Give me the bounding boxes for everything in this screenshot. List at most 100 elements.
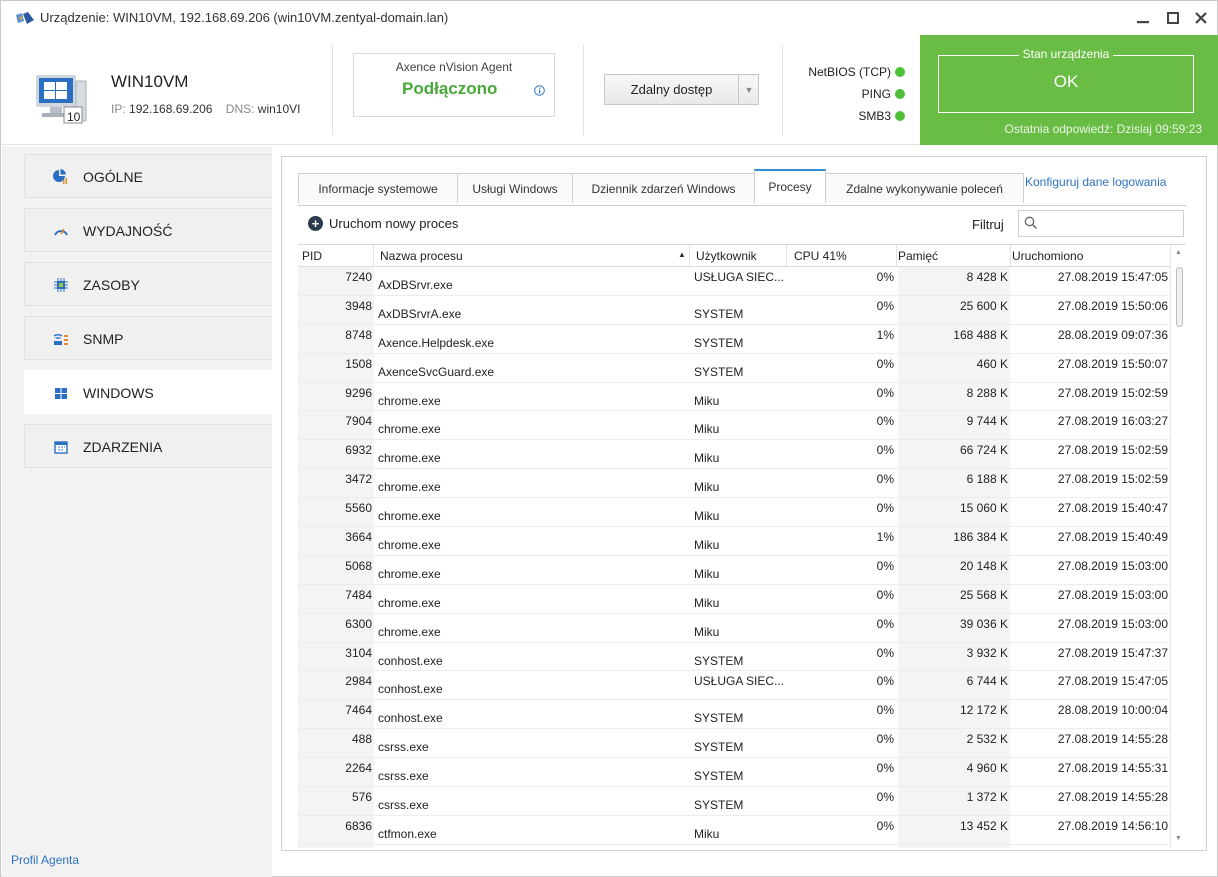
table-row[interactable]: 488 csrss.exe SYSTEM 0% 2 532 K 27.08.2019 14… [298, 729, 1170, 759]
maximize-button[interactable] [1161, 7, 1185, 29]
svg-text:10: 10 [67, 110, 81, 124]
sidebar-item-windows[interactable]: WINDOWS [24, 370, 272, 414]
user-cell: USŁUGA SIEC... [694, 674, 785, 689]
table-row[interactable]: 6932 chrome.exe Miku 0% 66 724 K 27.08.2019 1… [298, 440, 1170, 470]
scroll-thumb[interactable] [1176, 267, 1183, 327]
table-row[interactable]: 5068 chrome.exe Miku 0% 20 148 K 27.08.2019 1… [298, 556, 1170, 585]
table-row[interactable]: 7484 chrome.exe Miku 0% 25 568 K 27.08.2019 1… [298, 585, 1170, 614]
column-divider[interactable] [786, 245, 787, 267]
status-dot-icon [895, 67, 905, 77]
vertical-scrollbar[interactable]: ▲ ▼ [1170, 245, 1186, 848]
started-cell: 27.08.2019 15:40:49 [1057, 530, 1168, 545]
sidebar-item-zdarzenia[interactable]: ZDARZENIA [24, 424, 272, 468]
table-row[interactable]: 7904 chrome.exe Miku 0% 9 744 K 27.08.2019 16… [298, 411, 1170, 441]
column-divider[interactable] [373, 245, 374, 267]
tab-windows-services[interactable]: Usługi Windows [457, 173, 573, 203]
memory-cell: 20 148 K [959, 558, 1008, 573]
info-icon[interactable] [534, 85, 545, 99]
minimize-button[interactable] [1131, 7, 1155, 29]
agent-label: Axence nVision Agent [395, 60, 513, 74]
table-row[interactable]: 2984 conhost.exe USŁUGA SIEC... 0% 6 744 K 27… [298, 671, 1170, 701]
table-row[interactable]: 5560 chrome.exe Miku 0% 15 060 K 27.08.2019 1… [298, 498, 1170, 528]
process-name-cell: chrome.exe [378, 624, 441, 639]
table-row[interactable]: 7464 conhost.exe SYSTEM 0% 12 172 K 28.08.201… [298, 700, 1170, 730]
column-divider[interactable] [1010, 245, 1011, 267]
tab-processes[interactable]: Procesy [754, 169, 826, 203]
user-cell: SYSTEM [694, 711, 744, 726]
pid-cell: 9296 [345, 385, 372, 400]
user-cell: SYSTEM [694, 364, 744, 379]
process-name-cell: chrome.exe [378, 538, 441, 553]
table-row[interactable]: 3948 AxDBSrvrA.exe SYSTEM 0% 25 600 K 27.08.2… [298, 296, 1170, 325]
device-address: IP: 192.168.69.206 DNS: win10VI [111, 102, 301, 116]
chevron-down-icon[interactable]: ▼ [738, 75, 759, 104]
process-name-cell: Axence.Helpdesk.exe [378, 335, 495, 350]
table-row[interactable]: 2264 csrss.exe SYSTEM 0% 4 960 K 27.08.2019 1… [298, 758, 1170, 788]
col-cpu[interactable]: CPU 41% [794, 249, 847, 263]
col-started[interactable]: Uruchomiono [1012, 249, 1083, 263]
sidebar-item-label: SNMP [83, 331, 124, 347]
sidebar-item-ogolne[interactable]: OGÓLNE [24, 154, 272, 198]
tab-windows-event-log[interactable]: Dziennik zdarzeń Windows [572, 173, 755, 203]
memory-cell: 13 452 K [959, 818, 1008, 833]
column-divider[interactable] [896, 245, 897, 267]
process-name-cell: csrss.exe [378, 769, 429, 784]
state-value: OK [1053, 72, 1079, 91]
close-button[interactable] [1189, 7, 1213, 29]
device-name: WIN10VM [111, 72, 189, 91]
col-process-name[interactable]: Nazwa procesu [380, 249, 463, 263]
sidebar-item-wydajnosc[interactable]: WYDAJNOŚĆ [24, 208, 272, 252]
process-name-cell: chrome.exe [378, 451, 441, 466]
pid-cell: 6836 [345, 818, 372, 833]
col-user[interactable]: Użytkownik [696, 249, 757, 263]
process-table: PID Nazwa procesu ▲ Użytkownik CPU 41% P… [298, 244, 1186, 848]
process-toolbar: + Uruchom nowy proces Filtruj [298, 205, 1186, 243]
agent-status: Podłączono [402, 79, 498, 98]
gauge-icon [54, 228, 68, 236]
service-ping: PING [862, 87, 905, 101]
configure-credentials-link[interactable]: Konfiguruj dane logowania [1025, 175, 1166, 189]
remote-access-dropdown[interactable]: Zdalny dostęp ▼ [604, 74, 759, 105]
new-process-button[interactable]: + Uruchom nowy proces [308, 216, 458, 231]
service-smb3: SMB3 [858, 109, 905, 123]
table-row[interactable]: 576 csrss.exe SYSTEM 0% 1 372 K 27.08.2019 14… [298, 787, 1170, 816]
state-legend-text: Stan urządzenia [1018, 47, 1114, 61]
user-cell: Miku [694, 538, 720, 553]
table-row[interactable]: 8748 Axence.Helpdesk.exe SYSTEM 1% 168 488 K… [298, 325, 1170, 354]
ip-value: 192.168.69.206 [129, 102, 213, 116]
memory-cell: 8 428 K [966, 270, 1008, 284]
scroll-up-icon[interactable]: ▲ [1175, 249, 1182, 256]
column-divider[interactable] [689, 245, 690, 267]
started-cell: 27.08.2019 16:03:27 [1057, 414, 1168, 429]
table-row[interactable]: 1508 AxenceSvcGuard.exe SYSTEM 0% 460 K 27.08… [298, 354, 1170, 383]
sidebar-item-snmp[interactable]: SNMP [24, 316, 272, 360]
app-icon [16, 12, 34, 24]
table-row[interactable]: 3472 chrome.exe Miku 0% 6 188 K 27.08.2019 15… [298, 469, 1170, 499]
user-cell: SYSTEM [694, 306, 744, 321]
table-row[interactable]: 3664 chrome.exe Miku 1% 186 384 K 27.08.2019 … [298, 527, 1170, 556]
process-name-cell: AxDBSrvr.exe [378, 278, 453, 292]
cpu-cell: 0% [876, 674, 894, 689]
dns-value: win10VI [257, 102, 301, 116]
table-row[interactable]: 3104 conhost.exe SYSTEM 0% 3 932 K 27.08.2019… [298, 643, 1170, 672]
table-row[interactable]: 7240 AxDBSrvr.exe USŁUGA SIEC... 0% 8 428 K 2… [298, 267, 1170, 296]
tab-system-info[interactable]: Informacje systemowe [298, 173, 458, 203]
col-memory[interactable]: Pamięć [898, 249, 938, 263]
agent-profile-link[interactable]: Profil Agenta [11, 853, 79, 867]
col-pid[interactable]: PID [302, 249, 322, 263]
tab-remote-commands[interactable]: Zdalne wykonywanie poleceń [825, 173, 1024, 203]
last-response: Ostatnia odpowiedź: Dzisiaj 09:59:23 [1004, 122, 1202, 136]
computer-icon: 10 [36, 75, 87, 124]
filter-input[interactable] [1018, 210, 1184, 237]
cpu-cell: 0% [876, 356, 894, 371]
service-name: SMB3 [858, 109, 891, 123]
table-row[interactable]: 6836 ctfmon.exe Miku 0% 13 452 K 27.08.2019 1… [298, 816, 1170, 845]
sidebar-item-zasoby[interactable]: ZASOBY [24, 262, 272, 306]
divider [782, 45, 783, 135]
user-cell: SYSTEM [694, 335, 744, 350]
process-name-cell: chrome.exe [378, 422, 441, 437]
scroll-down-icon[interactable]: ▼ [1175, 835, 1182, 842]
table-row[interactable]: 6300 chrome.exe Miku 0% 39 036 K 27.08.2019 1… [298, 614, 1170, 643]
memory-cell: 25 568 K [959, 587, 1008, 602]
table-row[interactable]: 9296 chrome.exe Miku 0% 8 288 K 27.08.2019 15… [298, 383, 1170, 412]
